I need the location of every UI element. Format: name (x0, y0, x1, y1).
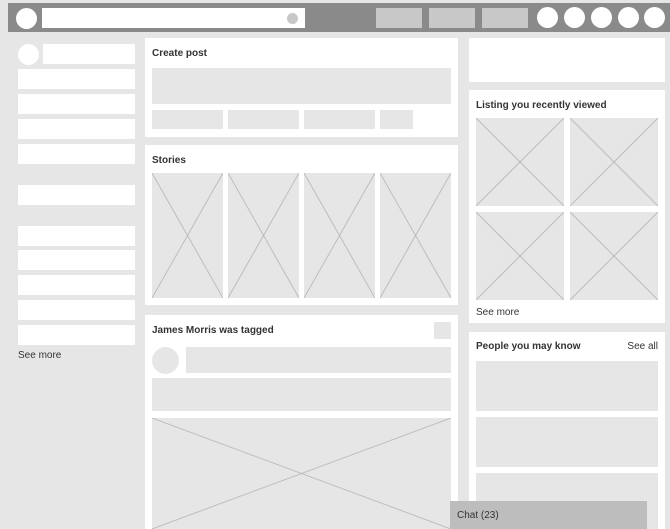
stories-title: Stories (152, 155, 186, 166)
story-thumbnail[interactable] (304, 173, 375, 298)
menu-icon[interactable] (564, 7, 585, 28)
left-sidebar: See more (18, 44, 135, 364)
listing-thumbnail[interactable] (476, 118, 564, 206)
chat-bar[interactable]: Chat (23) (450, 501, 647, 529)
account-icon[interactable] (644, 7, 665, 28)
person-suggestion[interactable] (476, 417, 658, 467)
story-thumbnail[interactable] (380, 173, 451, 298)
create-post-card: Create post (145, 38, 458, 137)
feed-post-title: James Morris was tagged (152, 325, 274, 336)
post-author-avatar[interactable] (152, 347, 179, 374)
feed-post-card: James Morris was tagged (145, 315, 458, 529)
people-see-all-link[interactable]: See all (627, 341, 658, 352)
people-card: People you may know See all (469, 332, 665, 529)
sidebar-item[interactable] (18, 226, 135, 246)
sidebar-item[interactable] (18, 185, 135, 205)
create-post-input[interactable] (152, 68, 451, 104)
nav-button-marketplace[interactable] (482, 8, 528, 28)
post-options-button[interactable] (434, 322, 451, 339)
listing-see-more-link[interactable]: See more (476, 307, 519, 318)
nav-button-home[interactable] (376, 8, 422, 28)
create-icon[interactable] (537, 7, 558, 28)
story-thumbnail[interactable] (152, 173, 223, 298)
sidebar-item[interactable] (18, 119, 135, 139)
messenger-icon[interactable] (591, 7, 612, 28)
sidebar-item[interactable] (18, 69, 135, 89)
sidebar-item-profile[interactable] (43, 44, 135, 64)
create-post-option-button[interactable] (228, 110, 299, 129)
post-image[interactable] (152, 418, 451, 529)
sidebar-profile-avatar[interactable] (18, 44, 39, 65)
create-post-option-button[interactable] (152, 110, 223, 129)
search-input[interactable] (42, 8, 305, 28)
sidebar-item[interactable] (18, 300, 135, 320)
top-bar (8, 3, 670, 32)
sidebar-see-more-link[interactable]: See more (18, 350, 61, 361)
listing-thumbnail[interactable] (476, 212, 564, 300)
recently-viewed-card: Listing you recently viewed See more (469, 90, 665, 323)
sidebar-item[interactable] (18, 144, 135, 164)
create-post-option-button[interactable] (304, 110, 375, 129)
notifications-icon[interactable] (618, 7, 639, 28)
create-post-option-button[interactable] (380, 110, 413, 129)
stories-card: Stories (145, 145, 458, 305)
post-text (152, 378, 451, 411)
recently-viewed-title: Listing you recently viewed (476, 100, 607, 111)
sidebar-item[interactable] (18, 275, 135, 295)
right-top-card (469, 38, 665, 82)
create-post-title: Create post (152, 48, 208, 59)
profile-avatar[interactable] (16, 8, 37, 29)
sidebar-item[interactable] (18, 325, 135, 345)
sidebar-item[interactable] (18, 94, 135, 114)
nav-button-watch[interactable] (429, 8, 475, 28)
post-author-line (186, 347, 451, 373)
chat-label: Chat (23) (457, 510, 499, 521)
sidebar-item[interactable] (18, 250, 135, 270)
listing-thumbnail[interactable] (570, 212, 658, 300)
person-suggestion[interactable] (476, 361, 658, 411)
story-thumbnail[interactable] (228, 173, 299, 298)
search-icon[interactable] (287, 13, 298, 24)
listing-thumbnail[interactable] (570, 118, 658, 206)
people-title: People you may know (476, 341, 581, 352)
